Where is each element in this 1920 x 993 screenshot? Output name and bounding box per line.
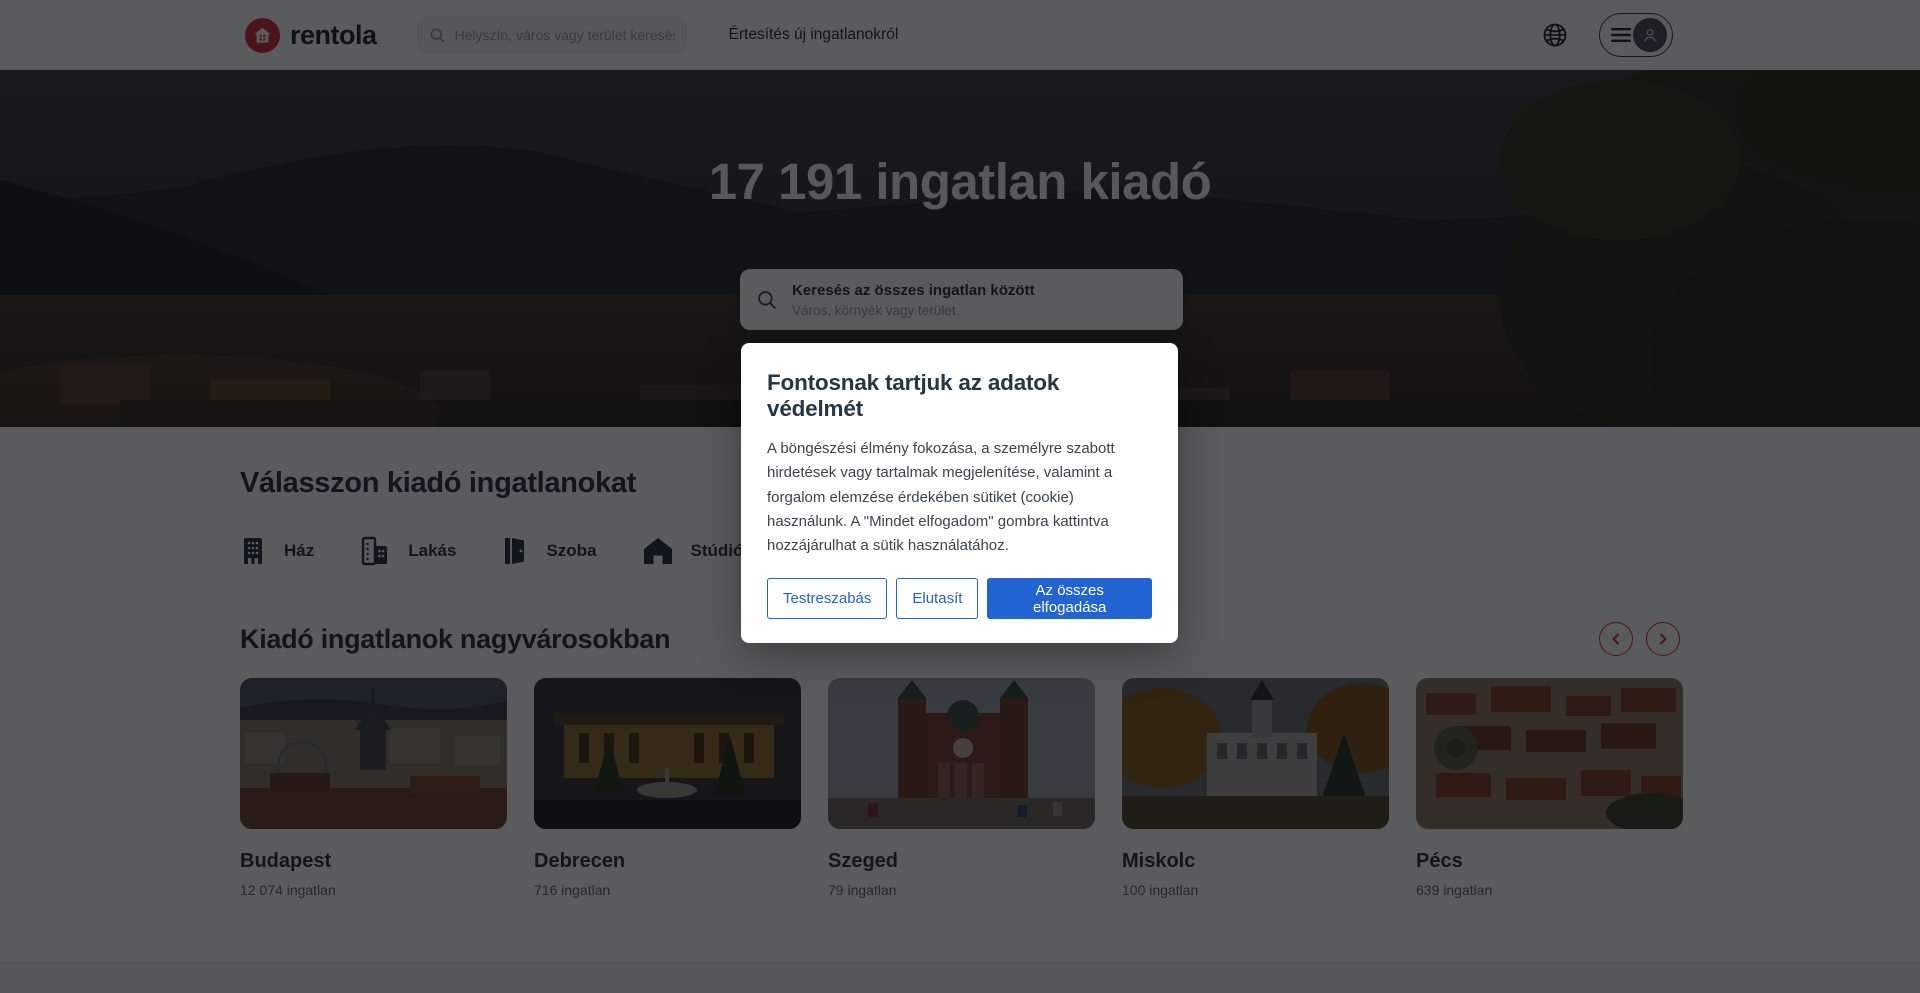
accept-all-button[interactable]: Az összes elfogadása	[987, 578, 1152, 619]
cookie-dialog-title: Fontosnak tartjuk az adatok védelmét	[767, 370, 1152, 422]
customize-button[interactable]: Testreszabás	[767, 578, 887, 619]
cookie-dialog-actions: Testreszabás Elutasít Az összes elfogadá…	[767, 578, 1152, 619]
cookie-dialog-body: A böngészési élmény fokozása, a személyr…	[767, 437, 1152, 558]
cookie-consent-dialog: Fontosnak tartjuk az adatok védelmét A b…	[741, 343, 1178, 643]
decline-button[interactable]: Elutasít	[896, 578, 978, 619]
